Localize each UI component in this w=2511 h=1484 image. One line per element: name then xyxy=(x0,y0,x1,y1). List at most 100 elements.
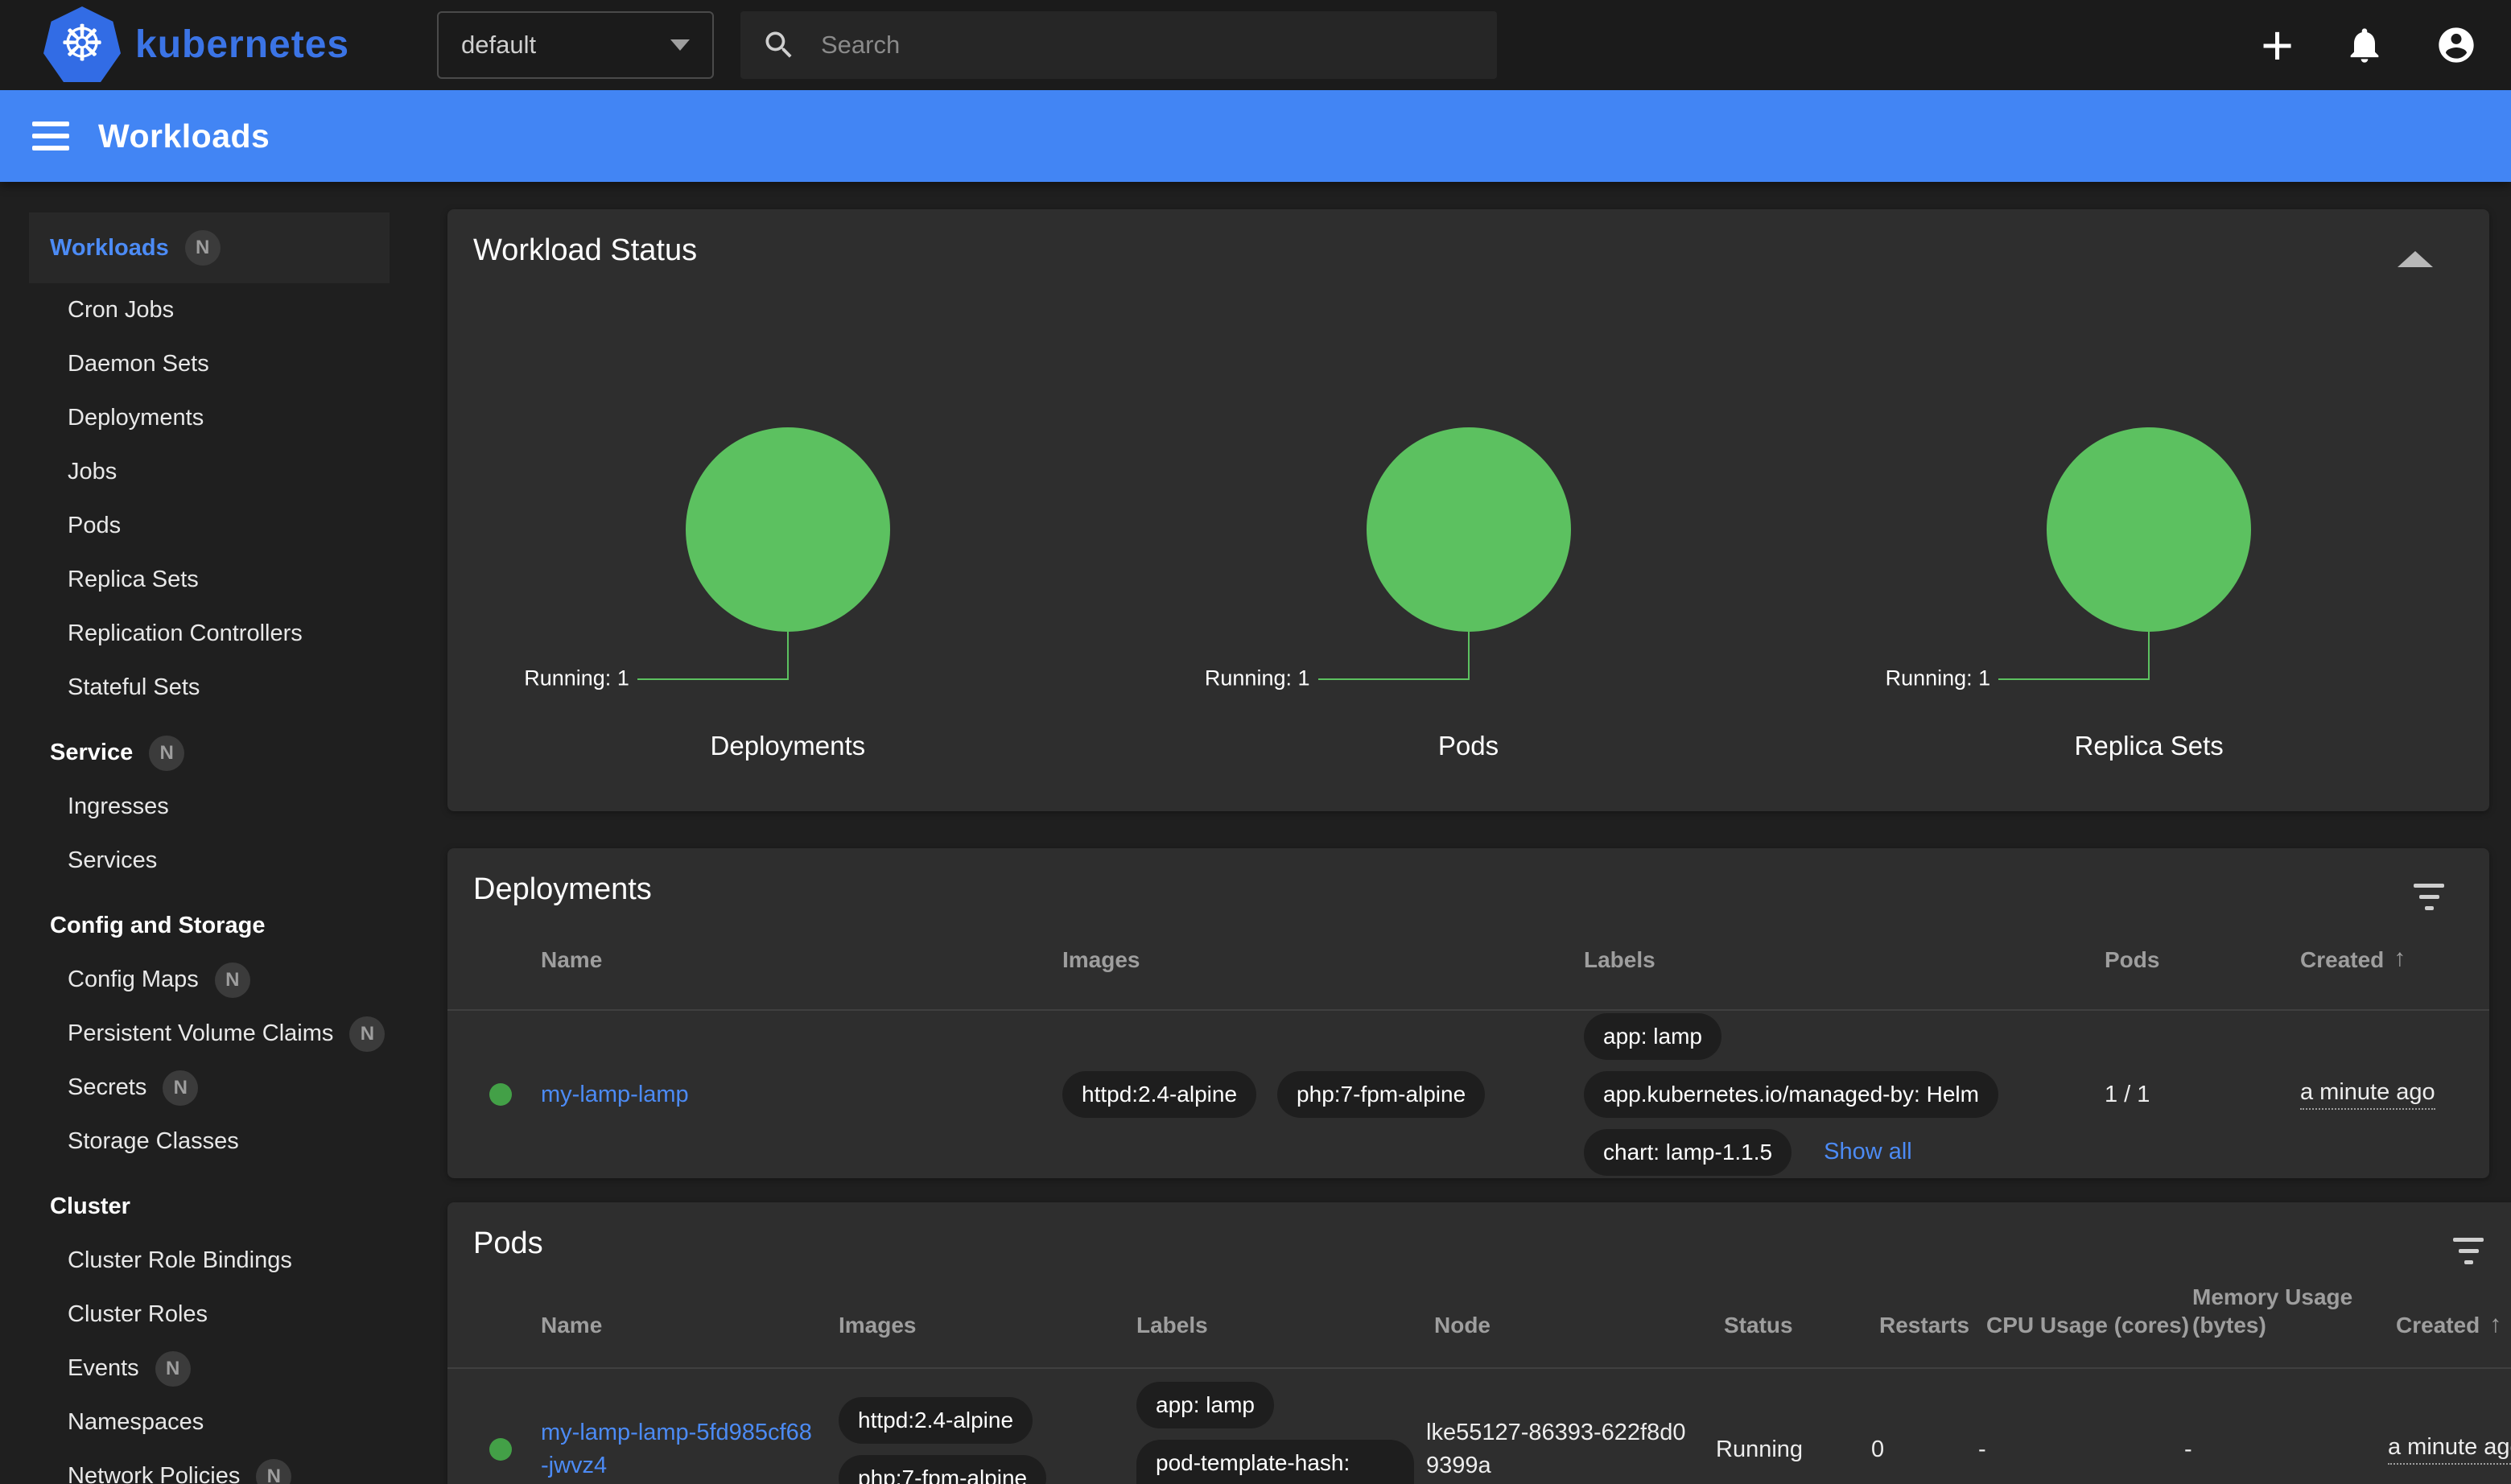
namespaced-badge: N xyxy=(155,1351,191,1387)
collapse-icon[interactable] xyxy=(2398,251,2433,267)
sidebar-item-label: Network Policies xyxy=(68,1463,240,1484)
created-cell: a minute ago xyxy=(2388,1369,2511,1484)
images-cell: httpd:2.4-alpinephp:7-fpm-alpine xyxy=(839,1369,1136,1484)
sidebar-item-pods[interactable]: Pods xyxy=(0,499,418,553)
sidebar-item-cluster-roles[interactable]: Cluster Roles xyxy=(0,1288,418,1342)
account-button[interactable] xyxy=(2435,24,2477,66)
column-header-cpu-usage-cores[interactable]: CPU Usage (cores) xyxy=(1986,1283,2192,1357)
status-chart-deployments: Running: 1Deployments xyxy=(447,209,1128,811)
namespace-selector[interactable]: default xyxy=(437,11,714,79)
column-header-images[interactable]: Images xyxy=(1062,943,1584,991)
chart-title: Pods xyxy=(1128,731,1809,761)
sidebar-item-stateful-sets[interactable]: Stateful Sets xyxy=(0,661,418,715)
search-icon xyxy=(761,27,797,63)
column-header-label: CPU Usage (cores) xyxy=(1986,1311,2189,1339)
label-chip: pod-template-hash: 5fd985cf68 xyxy=(1136,1440,1414,1484)
menu-icon[interactable] xyxy=(32,122,69,150)
column-header-label: Labels xyxy=(1136,1311,1208,1339)
sidebar-item-events[interactable]: EventsN xyxy=(0,1342,418,1395)
sidebar-item-deployments[interactable]: Deployments xyxy=(0,391,418,445)
sidebar-item-label: Persistent Volume Claims xyxy=(68,1020,333,1047)
notifications-button[interactable] xyxy=(2344,24,2385,66)
column-header-label: Node xyxy=(1434,1311,1491,1339)
create-resource-button[interactable]: + xyxy=(2261,17,2294,73)
brand-wordmark: kubernetes xyxy=(135,23,349,67)
column-header-name[interactable]: Name xyxy=(541,943,1062,991)
sidebar-item-daemon-sets[interactable]: Daemon Sets xyxy=(0,337,418,391)
show-all-link[interactable]: Show all xyxy=(1824,1136,1912,1169)
label-chip: httpd:2.4-alpine xyxy=(839,1397,1033,1444)
status-cell xyxy=(447,1011,541,1178)
table-row: my-lamp-lamp httpd:2.4-alpinephp:7-fpm-al… xyxy=(447,1011,2489,1178)
pie-slice-label: Running: 1 xyxy=(1205,666,1310,691)
status-text-cell: Running xyxy=(1716,1369,1871,1484)
status-cell xyxy=(447,1369,541,1484)
sidebar-item-jobs[interactable]: Jobs xyxy=(0,445,418,499)
sidebar-item-cron-jobs[interactable]: Cron Jobs xyxy=(0,283,418,337)
column-header-created[interactable]: Created↑ xyxy=(2396,1283,2511,1357)
sidebar-item-replica-sets[interactable]: Replica Sets xyxy=(0,553,418,607)
sidebar-item-network-policies[interactable]: Network PoliciesN xyxy=(0,1449,418,1484)
column-header-label: Status xyxy=(1724,1311,1793,1339)
table-row: my-lamp-lamp-5fd985cf68-jwvz4httpd:2.4-a… xyxy=(447,1369,2511,1484)
created-cell-value: a minute ago xyxy=(2300,1079,2435,1110)
bell-icon xyxy=(2344,24,2385,66)
sidebar-item-persistent-volume-claims[interactable]: Persistent Volume ClaimsN xyxy=(0,1007,418,1061)
label-chip: app: lamp xyxy=(1136,1382,1274,1428)
column-header-name[interactable]: Name xyxy=(541,1283,839,1357)
sidebar-item-services[interactable]: Services xyxy=(0,834,418,888)
images-cell: httpd:2.4-alpinephp:7-fpm-alpine xyxy=(1062,1011,1584,1178)
column-header-label: Pods xyxy=(2105,946,2159,974)
label-line: chart: lamp-1.1.5 Show all xyxy=(1584,1129,1912,1176)
column-header-created[interactable]: Created↑ xyxy=(2300,943,2489,991)
header-spacer xyxy=(447,1283,541,1357)
filter-icon[interactable] xyxy=(2414,884,2444,910)
search-input[interactable] xyxy=(821,31,1433,60)
pie-slice-label: Running: 1 xyxy=(1886,666,1991,691)
pods-count-cell-value: 1 / 1 xyxy=(2105,1082,2150,1108)
column-header-memory-usage-bytes[interactable]: Memory Usage (bytes) xyxy=(2192,1283,2396,1357)
deployments-card: Deployments Name Images LabelsPods Created↑… xyxy=(447,848,2489,1178)
sidebar-item-cluster-role-bindings[interactable]: Cluster Role Bindings xyxy=(0,1234,418,1288)
sidebar-item-secrets[interactable]: SecretsN xyxy=(0,1061,418,1115)
sidebar-item-replication-controllers[interactable]: Replication Controllers xyxy=(0,607,418,661)
column-header-label: Name xyxy=(541,1311,602,1339)
status-chart-replica-sets: Running: 1Replica Sets xyxy=(1808,209,2489,811)
sidebar-item-label: Jobs xyxy=(68,459,117,485)
label-chip: chart: lamp-1.1.5 xyxy=(1584,1129,1792,1176)
sidebar-item-cluster: Cluster xyxy=(0,1180,418,1234)
sidebar-item-label: Secrets xyxy=(68,1074,146,1101)
sidebar-item-workloads[interactable]: WorkloadsN xyxy=(29,212,390,283)
pod-link[interactable]: my-lamp-lamp-5fd985cf68-jwvz4 xyxy=(541,1416,839,1482)
column-header-labels[interactable]: Labels xyxy=(1584,943,2105,991)
column-header-labels[interactable]: Labels xyxy=(1136,1283,1434,1357)
column-header-label: Images xyxy=(839,1311,917,1339)
deployment-link[interactable]: my-lamp-lamp xyxy=(541,1078,689,1111)
column-header-label: Name xyxy=(541,946,602,974)
sidebar-item-label: Replica Sets xyxy=(68,567,199,593)
sidebar-item-ingresses[interactable]: Ingresses xyxy=(0,780,418,834)
search-bar[interactable] xyxy=(740,11,1497,79)
column-header-status[interactable]: Status xyxy=(1724,1283,1879,1357)
sidebar-item-storage-classes[interactable]: Storage Classes xyxy=(0,1115,418,1169)
sidebar-item-namespaces[interactable]: Namespaces xyxy=(0,1395,418,1449)
column-header-node[interactable]: Node xyxy=(1434,1283,1724,1357)
namespace-value: default xyxy=(461,31,536,60)
sidebar-item-config-maps[interactable]: Config MapsN xyxy=(0,953,418,1007)
avatar-icon xyxy=(2435,24,2477,66)
leader-line xyxy=(1318,678,1469,680)
column-header-pods[interactable]: Pods xyxy=(2105,943,2300,991)
memory-usage-cell: - xyxy=(2184,1369,2388,1484)
cpu-usage-cell-value: - xyxy=(1978,1437,1986,1463)
leader-line xyxy=(637,678,788,680)
column-header-images[interactable]: Images xyxy=(839,1283,1136,1357)
pie-chart xyxy=(1367,427,1571,632)
column-header-label: Images xyxy=(1062,946,1140,974)
kubernetes-logo[interactable]: ☸ kubernetes xyxy=(43,6,349,82)
column-header-label: Created xyxy=(2300,946,2384,974)
column-header-restarts[interactable]: Restarts xyxy=(1879,1283,1986,1357)
deployments-title: Deployments xyxy=(473,872,652,907)
sidebar-item-label: Service xyxy=(50,740,133,766)
label-chip: httpd:2.4-alpine xyxy=(1062,1071,1256,1118)
filter-icon[interactable] xyxy=(2453,1238,2484,1264)
